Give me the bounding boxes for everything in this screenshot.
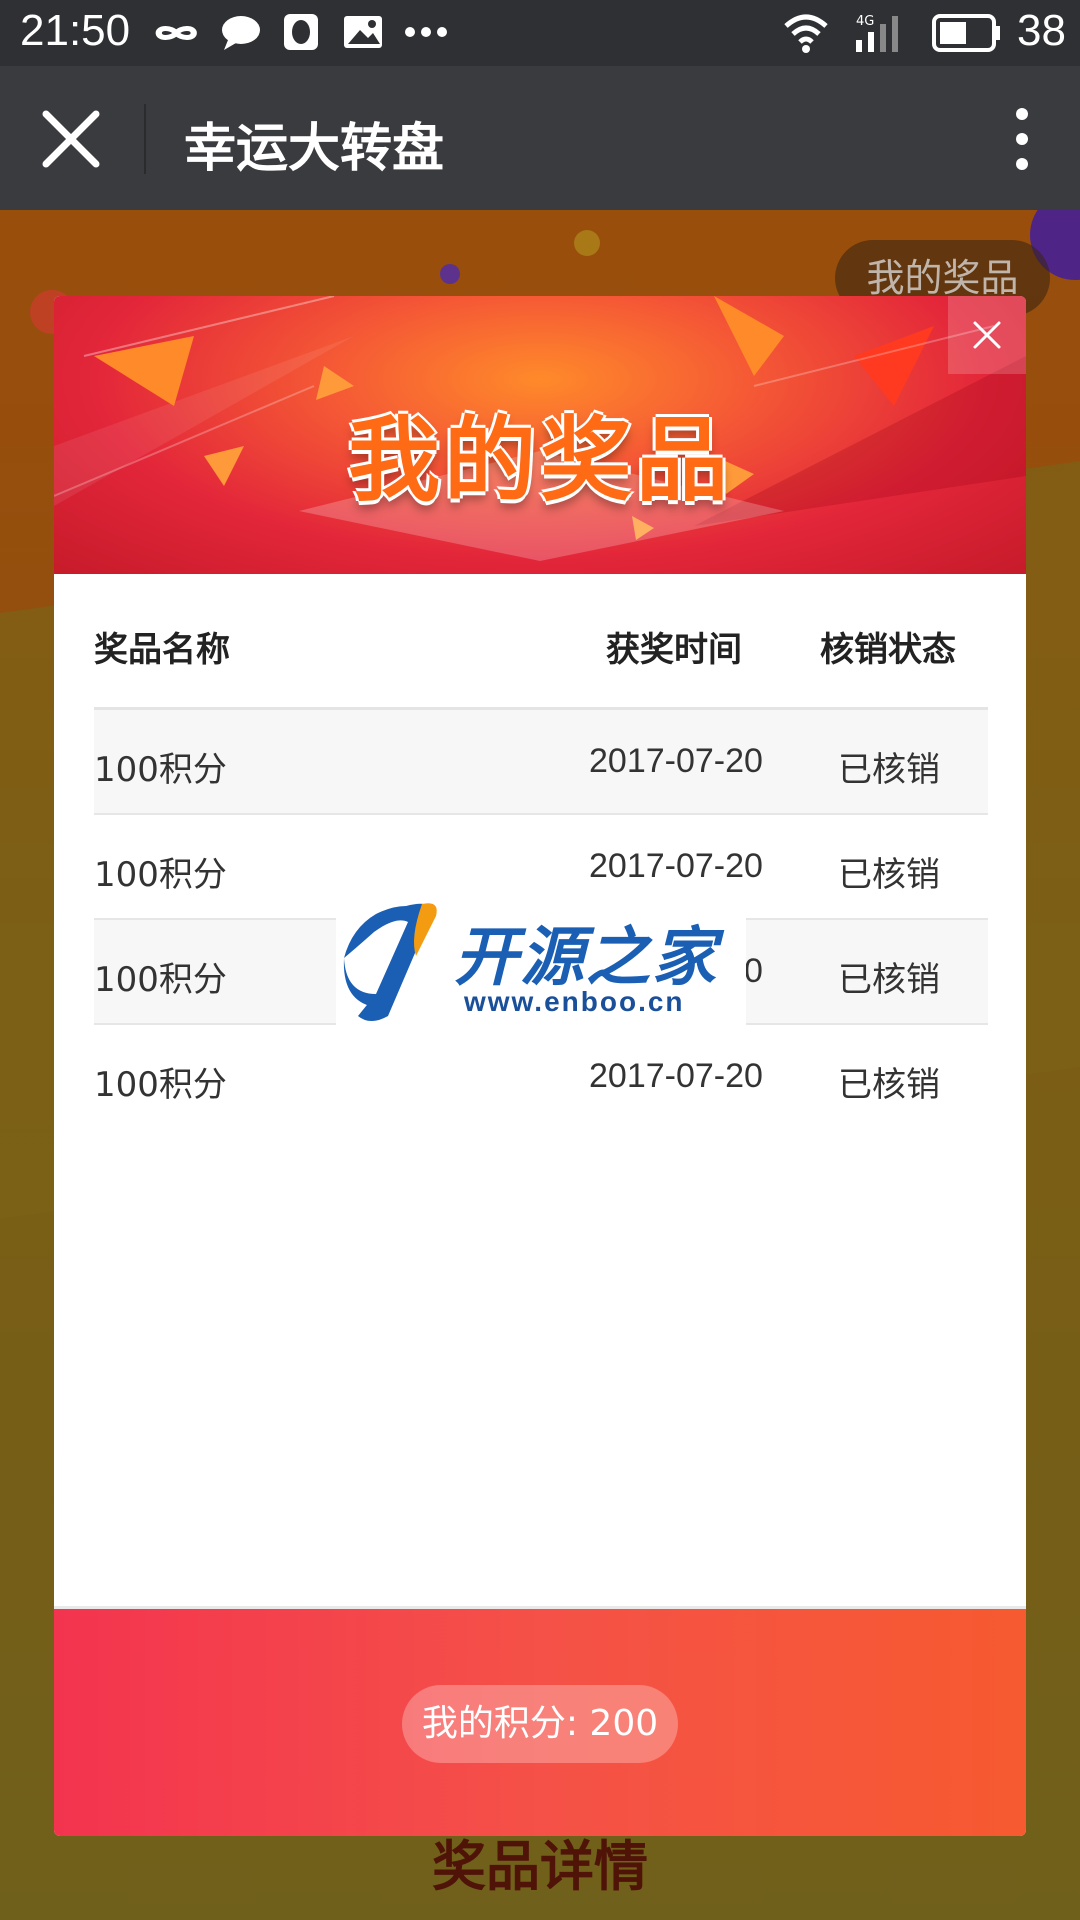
my-prizes-modal: 我的奖品 奖品名称 获奖时间 核销状态 100积分 2017-07-20 已核销… xyxy=(54,296,1026,1836)
my-points-badge: 我的积分: 200 xyxy=(402,1685,678,1763)
award-time: 2017-07-20 xyxy=(589,847,763,885)
prize-name: 100积分 xyxy=(94,855,227,895)
modal-banner: 我的奖品 xyxy=(54,296,1026,574)
table-header: 奖品名称 获奖时间 核销状态 xyxy=(94,574,988,710)
column-header-redeem-status: 核销状态 xyxy=(820,630,956,670)
nav-bar: 幸运大转盘 xyxy=(0,66,1080,210)
table-row: 100积分 2017-07-20 已核销 xyxy=(94,1025,988,1130)
redeem-status: 已核销 xyxy=(838,1065,940,1105)
column-header-prize-name: 奖品名称 xyxy=(94,630,230,670)
status-time: 21:50 xyxy=(20,6,131,55)
enboo-logo-icon xyxy=(343,903,437,1021)
battery-icon xyxy=(932,14,1000,52)
more-options-icon[interactable] xyxy=(1014,106,1030,172)
wifi-icon xyxy=(784,14,828,53)
image-icon xyxy=(344,16,382,48)
nav-divider xyxy=(144,104,146,174)
watermark-logo: 开源之家 www.enboo.cn xyxy=(336,898,746,1026)
close-icon[interactable] xyxy=(948,296,1026,374)
infinity-icon xyxy=(155,26,197,40)
redeem-status: 已核销 xyxy=(838,960,940,1000)
award-time: 2017-07-20 xyxy=(589,742,763,780)
qq-icon xyxy=(284,14,318,50)
more-notifications-icon xyxy=(405,27,447,37)
page-title: 幸运大转盘 xyxy=(184,119,445,179)
message-icon xyxy=(222,16,260,50)
cellular-signal-icon: 4G xyxy=(852,14,912,54)
watermark-url: www.enboo.cn xyxy=(464,986,685,1017)
column-header-award-time: 获奖时间 xyxy=(606,630,742,670)
close-icon[interactable] xyxy=(40,108,102,170)
prize-name: 100积分 xyxy=(94,750,227,790)
watermark-name: 开源之家 xyxy=(454,921,718,995)
table-row: 100积分 2017-07-20 已核销 xyxy=(94,710,988,815)
prize-table: 奖品名称 获奖时间 核销状态 100积分 2017-07-20 已核销 100积… xyxy=(94,574,988,1130)
award-time: 2017-07-20 xyxy=(589,1057,763,1095)
status-bar: 21:50 4G 38 xyxy=(0,0,1080,66)
battery-level: 38 xyxy=(1017,6,1066,55)
prize-name: 100积分 xyxy=(94,1065,227,1105)
modal-footer: 我的积分: 200 xyxy=(54,1606,1026,1836)
modal-title: 我的奖品 xyxy=(347,407,732,514)
prize-name: 100积分 xyxy=(94,960,227,1000)
redeem-status: 已核销 xyxy=(838,750,940,790)
redeem-status: 已核销 xyxy=(838,855,940,895)
